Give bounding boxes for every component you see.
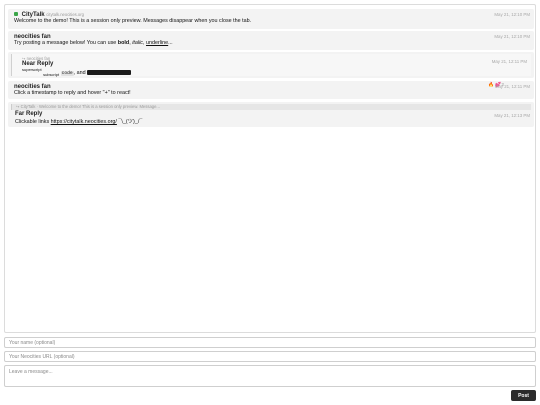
message-text: Welcome to the demo! This is a session o… — [14, 18, 252, 24]
text-segment: Clickable links — [15, 119, 51, 125]
italic-text: italic — [132, 40, 143, 46]
inline-code: code — [60, 70, 74, 76]
reply-message: ↪ neocities fan Near Reply superscript s… — [11, 54, 531, 77]
author-site[interactable]: citytalk.neocities.org — [46, 12, 84, 17]
quoted-message[interactable]: ↪ CityTalk · Welcome to the demo! This i… — [11, 104, 531, 110]
message-timestamp[interactable]: May 21, 12:10 PM — [494, 34, 530, 39]
message-text: Click a timestamp to reply and hover "+"… — [14, 90, 131, 96]
subscript-text: subscript — [43, 71, 60, 77]
message-list[interactable]: CityTalk citytalk.neocities.org Welcome … — [4, 4, 536, 333]
message-textarea[interactable] — [4, 365, 536, 387]
site-badge-icon — [14, 12, 18, 17]
message-text: Clickable links https://citytalk.neociti… — [15, 117, 142, 125]
message-text: superscript subscript code, and — [22, 67, 521, 77]
message-timestamp[interactable]: May 21, 12:13 PM — [494, 113, 530, 118]
message-link[interactable]: https://citytalk.neocities.org/ — [51, 119, 117, 125]
underlined-text: underline — [145, 40, 169, 46]
message-timestamp[interactable]: May 21, 12:11 PM — [495, 84, 530, 89]
text-segment: Try posting a message below! You can use — [14, 40, 118, 46]
text-segment: ¯\_(ツ)_/¯ — [116, 119, 143, 125]
text-segment: ... — [168, 40, 173, 46]
message-item: neocities fan Try posting a message belo… — [8, 31, 534, 50]
bold-text: bold — [117, 40, 130, 46]
post-button[interactable]: Post — [511, 390, 536, 401]
message-text: Try posting a message below! You can use… — [14, 40, 528, 46]
message-timestamp[interactable]: May 21, 12:11 PM — [492, 59, 527, 64]
message-item: ↪ CityTalk · Welcome to the demo! This i… — [8, 102, 534, 127]
message-item: CityTalk citytalk.neocities.org Welcome … — [8, 9, 534, 29]
message-timestamp[interactable]: May 21, 12:10 PM — [494, 12, 530, 17]
spoiler-text[interactable] — [87, 69, 132, 75]
message-item: neocities fan Click a timestamp to reply… — [8, 81, 534, 99]
message-item: ↪ neocities fan Near Reply superscript s… — [8, 52, 534, 78]
name-input[interactable] — [4, 337, 536, 348]
text-segment: , and — [73, 69, 86, 76]
neocities-url-input[interactable] — [4, 351, 536, 362]
superscript-text: superscript — [22, 67, 42, 72]
